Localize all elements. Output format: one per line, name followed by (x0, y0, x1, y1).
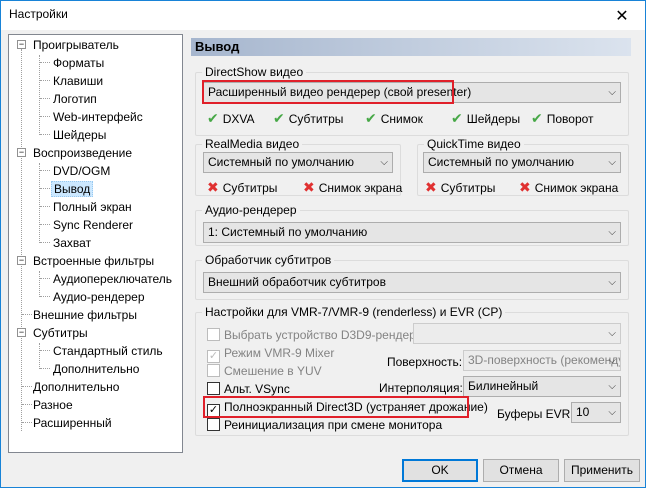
audio-renderer-select[interactable]: 1: Системный по умолчанию ⌵ (203, 222, 621, 243)
tree-item-player[interactable]: Проигрыватель (31, 36, 121, 54)
tree-item-subtitles-advanced[interactable]: Дополнительно (51, 360, 141, 378)
feature-shaders: ✔ Шейдеры (451, 110, 521, 126)
d3d-device-select[interactable]: ⌵ (413, 323, 621, 344)
alt-vsync-checkbox[interactable]: Альт. VSync (207, 381, 290, 397)
audio-renderer-label: Аудио-рендерер (202, 203, 300, 217)
highlight-fullscreen-d3d (203, 396, 469, 418)
interpolation-label: Интерполяция: (379, 381, 463, 395)
title-bar: Настройки ✕ (1, 1, 645, 30)
realmedia-renderer-select[interactable]: Системный по умолчанию ⌵ (203, 152, 393, 173)
tree-item-capture[interactable]: Захват (51, 234, 93, 252)
tree-item-shaders[interactable]: Шейдеры (51, 126, 108, 144)
quicktime-label: QuickTime видео (424, 137, 524, 151)
check-icon: ✔ (531, 110, 543, 126)
tree-item-output[interactable]: Вывод (51, 180, 94, 198)
realmedia-label: RealMedia видео (202, 137, 303, 151)
close-icon[interactable]: ✕ (599, 1, 645, 30)
tree-item-internal-filters[interactable]: Встроенные фильтры (31, 252, 156, 270)
settings-window: Настройки ✕ − − − − Проигрыватель Формат… (0, 0, 646, 488)
cross-icon: ✖ (519, 179, 531, 195)
subtitle-handler-select[interactable]: Внешний обработчик субтитров ⌵ (203, 272, 621, 293)
quicktime-renderer-select[interactable]: Системный по умолчанию ⌵ (423, 152, 621, 173)
highlight-directshow (202, 80, 454, 104)
window-title: Настройки (9, 7, 68, 21)
tree-item-external-filters[interactable]: Внешние фильтры (31, 306, 139, 324)
tree-item-misc[interactable]: Разное (31, 396, 75, 414)
tree-item-fullscreen[interactable]: Полный экран (51, 198, 134, 216)
page-title: Вывод (191, 38, 631, 56)
check-icon: ✔ (207, 110, 219, 126)
feature-rotate: ✔ Поворот (531, 110, 594, 126)
tree-item-logo[interactable]: Логотип (51, 90, 99, 108)
feature-subtitles: ✔ Субтитры (273, 110, 344, 126)
ok-button[interactable]: OK (402, 459, 478, 482)
tree-item-dvd-ogm[interactable]: DVD/OGM (51, 162, 112, 180)
check-icon: ✔ (451, 110, 463, 126)
check-icon: ✔ (365, 110, 377, 126)
expander-internal-filters[interactable]: − (17, 256, 26, 265)
tree-item-playback[interactable]: Воспроизведение (31, 144, 134, 162)
apply-button[interactable]: Применить (564, 459, 640, 482)
yuv-mixing-checkbox[interactable]: Смешение в YUV (207, 363, 322, 379)
tree-item-audio-renderer[interactable]: Аудио-рендерер (51, 288, 147, 306)
cancel-button[interactable]: Отмена (483, 459, 559, 482)
expander-playback[interactable]: − (17, 148, 26, 157)
realmedia-feature-subtitles: ✖ Субтитры (207, 179, 278, 195)
quicktime-feature-screenshot: ✖ Снимок экрана (519, 179, 619, 195)
realmedia-feature-screenshot: ✖ Снимок экрана (303, 179, 403, 195)
feature-snapshot: ✔ Снимок (365, 110, 423, 126)
surface-select[interactable]: 3D-поверхность (рекомендуется)⌵ (463, 350, 621, 371)
evr-buffers-label: Буферы EVR: (497, 407, 574, 421)
tree-item-sync-renderer[interactable]: Sync Renderer (51, 216, 135, 234)
tree-item-advanced[interactable]: Дополнительно (31, 378, 121, 396)
expander-player[interactable]: − (17, 40, 26, 49)
tree-item-keys[interactable]: Клавиши (51, 72, 105, 90)
settings-tree: − − − − Проигрыватель Форматы Клавиши Ло… (8, 34, 183, 453)
tree-item-audio-switcher[interactable]: Аудиопереключатель (51, 270, 174, 288)
tree-item-subtitles[interactable]: Субтитры (31, 324, 90, 342)
tree-item-default-style[interactable]: Стандартный стиль (51, 342, 165, 360)
tree-item-web-interface[interactable]: Web-интерфейс (51, 108, 145, 126)
interpolation-select[interactable]: Билинейный ⌵ (463, 376, 621, 397)
surface-label: Поверхность: (387, 355, 463, 369)
reinit-monitor-checkbox[interactable]: Реинициализация при смене монитора (207, 417, 442, 433)
d3d-device-checkbox[interactable]: Выбрать устройство D3D9-рендеринга (207, 327, 440, 343)
feature-dxva: ✔ DXVA (207, 110, 255, 126)
cross-icon: ✖ (207, 179, 219, 195)
vmr-settings-label: Настройки для VMR-7/VMR-9 (renderless) и… (202, 305, 506, 319)
tree-item-formats[interactable]: Форматы (51, 54, 106, 72)
subtitle-handler-label: Обработчик субтитров (202, 253, 335, 267)
directshow-label: DirectShow видео (202, 65, 307, 79)
check-icon: ✔ (273, 110, 285, 126)
expander-subtitles[interactable]: − (17, 328, 26, 337)
evr-buffers-select[interactable]: 10 ⌵ (571, 402, 621, 423)
cross-icon: ✖ (425, 179, 437, 195)
vmr9-mixer-checkbox[interactable]: ✓ Режим VMR-9 Mixer (207, 345, 334, 363)
quicktime-feature-subtitles: ✖ Субтитры (425, 179, 496, 195)
cross-icon: ✖ (303, 179, 315, 195)
output-page: Вывод DirectShow видео Расширенный видео… (191, 34, 639, 453)
tree-item-extended[interactable]: Расширенный (31, 414, 114, 432)
